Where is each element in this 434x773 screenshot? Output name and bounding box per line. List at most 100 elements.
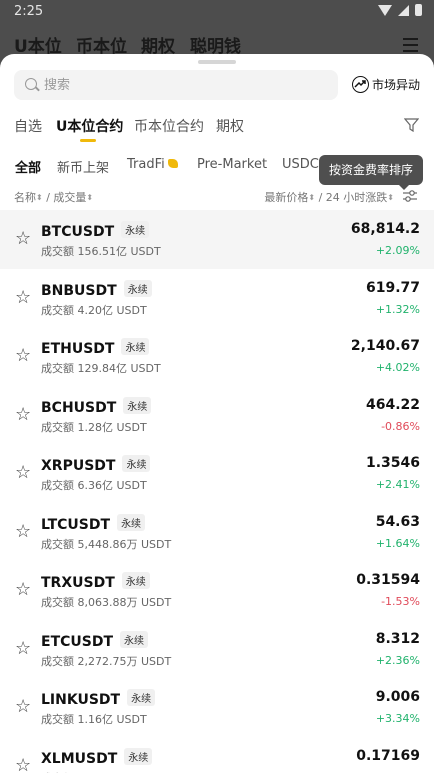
drag-handle[interactable] [198, 60, 236, 64]
market-selector-sheet: 市场异动 自选 U本位合约 币本位合约 期权 全部 新币上架 TradFi Pr… [0, 54, 434, 773]
favorite-star-icon[interactable]: ☆ [15, 230, 31, 248]
market-movement-label: 市场异动 [372, 78, 421, 92]
symbol-text: BCHUSDT [41, 399, 117, 416]
col-volume: 成交量 [53, 191, 87, 204]
perpetual-badge: 永续 [121, 338, 150, 355]
sort-arrows-icon: ⬍ [387, 193, 394, 202]
subtab-pre-market[interactable]: Pre-Market [197, 157, 267, 172]
status-time: 2:25 [14, 4, 44, 19]
favorite-star-icon[interactable]: ☆ [15, 405, 31, 424]
col-name: 名称 [14, 191, 36, 204]
search-input[interactable] [44, 74, 324, 96]
tab-coinm-futures[interactable]: 币本位合约 [134, 116, 204, 136]
search-box[interactable] [14, 70, 338, 100]
favorite-star-icon[interactable]: ☆ [15, 639, 31, 658]
last-price: 54.63 [375, 513, 420, 530]
change-24h: +3.34% [375, 712, 420, 725]
favorite-star-icon[interactable]: ☆ [15, 347, 31, 365]
market-row[interactable]: ☆ LINKUSDT 永续成交额 1.16亿 USDT 9.006 +3.34% [0, 678, 434, 737]
symbol-text: ETCUSDT [41, 633, 114, 650]
market-row[interactable]: ☆ TRXUSDT 永续成交额 8,063.88万 USDT 0.31594 -1.53… [0, 561, 434, 620]
turnover-text: 成交额 [41, 770, 74, 773]
last-price: 619.77 [365, 279, 420, 296]
sort-price-change[interactable]: 最新价格⬍ / 24 小时涨跌⬍ [264, 189, 394, 205]
turnover-text: 成交额 5,448.86万 USDT [41, 537, 172, 551]
market-row[interactable]: ☆ ETCUSDT 永续 成交额 2,272.75万 USDT 8.312 +2.36% [0, 620, 434, 679]
perpetual-badge: 永续 [121, 221, 150, 238]
perpetual-badge: 永续 [121, 572, 150, 589]
last-price: 0.31594 [356, 572, 420, 588]
market-row[interactable]: ☆ ETHUSDT 永续 成交额 129.84亿 USDT 2,140.67 +4.02% [0, 327, 434, 386]
last-price: 464.22 [365, 396, 420, 413]
symbol-text: LINKUSDT [41, 692, 121, 708]
subtab-new-listings[interactable]: 新币上架 [57, 157, 109, 176]
change-24h: -1.53% [381, 595, 420, 608]
favorite-star-icon[interactable]: ☆ [15, 288, 31, 307]
favorite-star-icon[interactable]: ☆ [15, 522, 31, 541]
market-row[interactable]: ☆ XLMUSDT 永续成交额 0.17169 [0, 737, 434, 773]
perpetual-badge: 永续 [123, 279, 152, 297]
col-change-24h: 24 小时涨跌 [325, 191, 388, 204]
tab-options[interactable]: 期权 [216, 116, 244, 136]
sort-arrows-icon: ⬍ [86, 193, 94, 202]
last-price: 68,814.2 [350, 221, 420, 237]
last-price: 2,140.67 [350, 338, 420, 354]
last-price: 0.17169 [356, 747, 420, 764]
category-tabs: 自选 U本位合约 币本位合约 期权 [14, 116, 424, 144]
symbol-name: BNBUSDT 永续 [41, 279, 152, 299]
turnover-text: 成交额 1.16亿 USDT [41, 713, 147, 726]
perpetual-badge: 永续 [120, 630, 149, 648]
favorite-star-icon[interactable]: ☆ [15, 581, 31, 599]
market-movement-button[interactable]: 市场异动 [352, 76, 420, 93]
change-24h: +2.36% [375, 653, 420, 667]
market-row[interactable]: ☆ XRPUSDT 永续 成交额 6.36亿 USDT 1.3546 +2.41% [0, 444, 434, 503]
active-tab-indicator [80, 139, 96, 142]
symbol-text: TRXUSDT [41, 575, 115, 591]
col-separator: / [46, 191, 50, 204]
turnover-text: 成交额 4.20亿 USDT [41, 303, 147, 317]
symbol-name: LINKUSDT 永续 [41, 689, 156, 708]
turnover-text: 成交额 2,272.75万 USDT [41, 654, 172, 668]
change-24h: +4.02% [375, 361, 420, 374]
market-list: ☆ BTCUSDT 永续 成交额 156.51亿 USDT 68,814.2 +2.09%… [0, 210, 434, 773]
change-24h: +1.32% [375, 302, 420, 316]
symbol-name: BCHUSDT 永续 [41, 396, 152, 416]
turnover-text: 成交额 6.36亿 USDT [41, 479, 147, 492]
battery-icon [415, 4, 422, 16]
tab-usdm-futures[interactable]: U本位合约 [56, 116, 123, 136]
symbol-name: LTCUSDT 永续 [41, 513, 146, 533]
change-24h: +2.09% [375, 244, 420, 257]
perpetual-badge: 永续 [124, 747, 153, 765]
symbol-text: ETHUSDT [41, 341, 115, 357]
turnover-text: 成交额 8,063.88万 USDT [41, 596, 172, 609]
filter-icon[interactable] [404, 118, 419, 132]
market-row[interactable]: ☆ BTCUSDT 永续成交额 156.51亿 USDT 68,814.2 +2.09% [0, 210, 434, 269]
last-price: 1.3546 [365, 455, 420, 471]
symbol-name: BTCUSDT 永续 [41, 221, 150, 240]
sort-name-volume[interactable]: 名称⬍ / 成交量⬍ [14, 189, 93, 205]
signal-icon [398, 4, 409, 16]
tab-favorites[interactable]: 自选 [14, 116, 42, 136]
change-24h: +2.41% [375, 478, 420, 491]
turnover-text: 成交额 156.51亿 USDT [41, 245, 161, 258]
perpetual-badge: 永续 [127, 689, 156, 706]
last-price: 9.006 [375, 689, 420, 705]
favorite-star-icon[interactable]: ☆ [15, 756, 31, 773]
symbol-name: ETCUSDT 永续 [41, 630, 149, 650]
subtab-all[interactable]: 全部 [15, 157, 41, 176]
favorite-star-icon[interactable]: ☆ [15, 464, 31, 482]
favorite-star-icon[interactable]: ☆ [15, 698, 31, 716]
change-24h: +1.64% [375, 536, 420, 550]
perpetual-badge: 永续 [117, 513, 146, 531]
symbol-name: ETHUSDT 永续 [41, 338, 150, 357]
status-icons [378, 4, 422, 16]
sort-settings-icon[interactable] [402, 189, 418, 203]
symbol-text: BTCUSDT [41, 224, 115, 240]
subtab-tradfi[interactable]: TradFi [127, 157, 178, 172]
subtab-tradfi-label: TradFi [127, 157, 165, 172]
symbol-text: LTCUSDT [41, 516, 111, 533]
market-row[interactable]: ☆ BCHUSDT 永续 成交额 1.28亿 USDT 464.22 -0.86% [0, 386, 434, 445]
market-row[interactable]: ☆ LTCUSDT 永续成交额 5,448.86万 USDT 54.63 +1.64% [0, 503, 434, 562]
market-row[interactable]: ☆ BNBUSDT 永续成交额 4.20亿 USDT 619.77 +1.32% [0, 269, 434, 328]
subtab-usdc[interactable]: USDC [282, 157, 319, 172]
